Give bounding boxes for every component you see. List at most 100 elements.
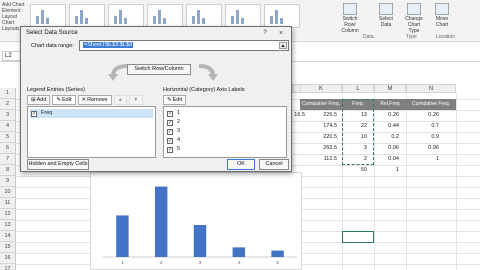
remove-icon: ✕ xyxy=(81,96,87,103)
move-down-button[interactable]: ▼ xyxy=(129,94,143,105)
table-cell[interactable]: 0.26 xyxy=(374,110,402,121)
row-header[interactable]: 10 xyxy=(0,187,16,198)
table-cell[interactable]: 0.2 xyxy=(374,132,402,143)
table-cell[interactable]: 0.26 xyxy=(406,110,442,121)
table-cell[interactable]: 0.44 xyxy=(374,121,402,132)
row-header[interactable]: 15 xyxy=(0,242,16,253)
table-cell[interactable]: 0.04 xyxy=(374,154,402,165)
row-header[interactable]: 13 xyxy=(0,220,16,231)
category-list-item[interactable]: ✓ 4 xyxy=(166,136,284,145)
category-list-item[interactable]: ✓ 2 xyxy=(166,118,284,127)
row-header[interactable]: 17 xyxy=(0,264,16,270)
table-cell[interactable]: 0.9 xyxy=(406,132,442,143)
table-cell[interactable]: 1 xyxy=(406,154,442,165)
row-header[interactable]: 8 xyxy=(0,165,16,176)
remove-series-button[interactable]: ✕ Remove xyxy=(77,94,112,105)
bar-2[interactable] xyxy=(154,186,168,257)
category-list-item[interactable]: ✓ 3 xyxy=(166,127,284,136)
chart-style-thumb[interactable] xyxy=(264,4,300,28)
chart-data-range-value: =Sheet1!$L$3:$L$8 xyxy=(83,42,134,48)
add-series-button[interactable]: ⊞ Add xyxy=(27,94,51,105)
row-header[interactable]: 3 xyxy=(0,110,16,121)
header-cell-cum-freq[interactable]: Cumulative Freq. xyxy=(406,99,456,110)
chart-style-thumb[interactable] xyxy=(147,4,183,28)
table-cell[interactable]: 112.5 xyxy=(306,154,340,165)
help-button[interactable]: ? xyxy=(259,29,271,38)
category-checkbox[interactable]: ✓ xyxy=(167,110,173,117)
row-header[interactable]: 6 xyxy=(0,143,16,154)
remove-series-label: Remove xyxy=(87,96,108,103)
table-cell[interactable]: 220.5 xyxy=(306,132,340,143)
chart-styles-gallery[interactable] xyxy=(30,4,300,28)
bar-1[interactable] xyxy=(116,215,129,257)
x-tick-label: 5 xyxy=(276,260,279,265)
row-header[interactable]: 2 xyxy=(0,99,16,110)
ok-button[interactable]: OK xyxy=(227,159,255,170)
row-header[interactable]: 12 xyxy=(0,209,16,220)
bar-4[interactable] xyxy=(232,247,246,257)
row-header[interactable]: 4 xyxy=(0,121,16,132)
category-checkbox[interactable]: ✓ xyxy=(167,119,173,126)
table-cell[interactable]: 0.06 xyxy=(374,143,402,154)
series-list-item[interactable]: ✓ Freq xyxy=(30,109,153,118)
category-list-item[interactable]: ✓ 5 xyxy=(166,145,284,154)
location-group-title: Location xyxy=(436,34,455,40)
chart-style-thumb[interactable] xyxy=(186,4,222,28)
change-chart-type-button[interactable]: Change Chart Type xyxy=(402,3,426,34)
column-header-l[interactable]: L xyxy=(342,84,374,93)
chart-data-range-input[interactable]: =Sheet1!$L$3:$L$8 ▲ xyxy=(79,40,289,51)
column-header-k[interactable]: K xyxy=(300,84,342,93)
move-up-button[interactable]: ▲ xyxy=(113,94,128,105)
chart-style-thumb[interactable] xyxy=(225,4,261,28)
move-chart-button[interactable]: Move Chart xyxy=(430,3,454,33)
chart-style-thumb[interactable] xyxy=(30,4,66,28)
row-header[interactable]: 1 xyxy=(0,88,16,99)
category-label: 3 xyxy=(177,128,181,134)
cancel-button[interactable]: Cancel xyxy=(259,159,289,170)
table-cell[interactable]: 262.5 xyxy=(306,143,340,154)
row-header[interactable]: 14 xyxy=(0,231,16,242)
collapse-dialog-icon[interactable]: ▲ xyxy=(279,42,287,49)
switch-row-column-button[interactable]: Switch Row/ Column xyxy=(338,3,362,34)
row-header[interactable]: 16 xyxy=(0,253,16,264)
switch-row-column-dialog-button[interactable]: Switch Row/Column xyxy=(127,64,191,75)
chart-area[interactable]: 1 2 3 4 5 xyxy=(90,172,302,270)
bar-3[interactable] xyxy=(193,225,207,257)
row-header[interactable]: 5 xyxy=(0,132,16,143)
active-cell[interactable] xyxy=(342,231,374,243)
select-data-label: Select Data xyxy=(379,16,393,28)
grid-line xyxy=(456,93,457,270)
header-cell-rel-freq[interactable]: Rel.Freq xyxy=(374,99,406,110)
dialog-title: Select Data Source xyxy=(26,30,78,36)
select-data-button[interactable]: Select Data xyxy=(374,3,398,33)
table-cell-total[interactable]: 1 xyxy=(374,165,402,176)
data-group-title: Data xyxy=(363,34,374,40)
edit-icon: ✎ xyxy=(56,96,62,103)
header-cell-cumulative[interactable]: Cumulative Freq. xyxy=(300,99,342,110)
series-checkbox[interactable]: ✓ xyxy=(31,110,37,117)
column-header-n[interactable]: N xyxy=(406,84,456,93)
chart-style-thumb[interactable] xyxy=(69,4,105,28)
category-checkbox[interactable]: ✓ xyxy=(167,146,173,153)
row-header[interactable]: 11 xyxy=(0,198,16,209)
row-header[interactable]: 9 xyxy=(0,176,16,187)
edit-series-button[interactable]: ✎ Edit xyxy=(52,94,76,105)
edit-axis-labels-button[interactable]: ✎ Edit xyxy=(163,94,187,105)
hidden-empty-cells-button[interactable]: Hidden and Empty Cells xyxy=(27,159,89,170)
chart-style-thumb[interactable] xyxy=(108,4,144,28)
category-list-item[interactable]: ✓ 1 xyxy=(166,109,284,118)
table-cell[interactable]: 174.5 xyxy=(306,121,340,132)
table-cell[interactable]: 0.7 xyxy=(406,121,442,132)
table-cell[interactable]: 0.96 xyxy=(406,143,442,154)
switch-row-column-icon xyxy=(343,3,357,15)
move-chart-label: Move Chart xyxy=(435,16,449,28)
legend-toolbar: ⊞ Add ✎ Edit ✕ Remove ▲ ▼ xyxy=(27,94,143,105)
category-checkbox[interactable]: ✓ xyxy=(167,137,173,144)
bar-5[interactable] xyxy=(271,250,284,257)
category-checkbox[interactable]: ✓ xyxy=(167,128,173,135)
close-button[interactable]: × xyxy=(274,29,288,38)
table-cell-total[interactable]: 50 xyxy=(342,165,370,176)
row-header[interactable]: 7 xyxy=(0,154,16,165)
table-cell[interactable]: 226.5 xyxy=(306,110,340,121)
column-header-m[interactable]: M xyxy=(374,84,406,93)
